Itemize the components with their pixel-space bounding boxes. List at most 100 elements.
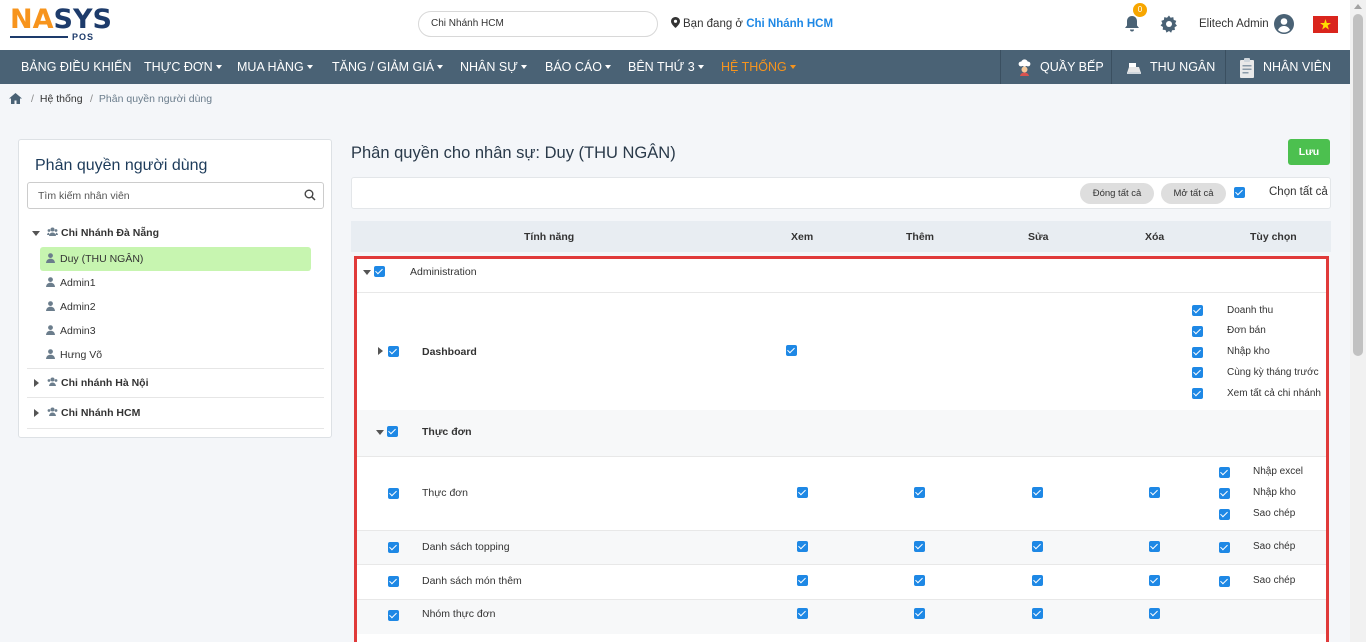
scroll-up-arrow-icon[interactable] — [1354, 4, 1362, 9]
caret-down-icon — [789, 65, 796, 69]
users-group-icon — [47, 407, 58, 416]
nav-purchase[interactable]: MUA HÀNG — [237, 50, 313, 84]
view-checkbox[interactable] — [797, 575, 808, 586]
breadcrumb: / Hệ thống / Phân quyền người dùng — [0, 84, 1350, 112]
option-checkbox[interactable] — [1219, 467, 1230, 478]
select-all-checkbox[interactable] — [1234, 187, 1245, 198]
user-icon — [46, 253, 55, 263]
scrollbar-thumb[interactable] — [1353, 14, 1363, 356]
save-button[interactable]: Lưu — [1288, 139, 1330, 165]
nav-cashier[interactable]: THU NGÂN — [1111, 50, 1225, 84]
employee-search-input[interactable]: Tìm kiếm nhân viên — [27, 182, 324, 209]
nav-dashboard[interactable]: BẢNG ĐIỀU KHIỂN — [21, 50, 131, 84]
tree-group-ha-noi[interactable]: Chi nhánh Hà Nội — [27, 371, 324, 395]
caret-down-icon[interactable] — [376, 430, 384, 435]
option-checkbox[interactable] — [1192, 388, 1203, 399]
view-checkbox[interactable] — [797, 541, 808, 552]
user-icon — [46, 277, 55, 287]
caret-down-icon[interactable] — [363, 270, 371, 275]
option-checkbox[interactable] — [1192, 367, 1203, 378]
nav-discount-label: TĂNG / GIẢM GIÁ — [332, 60, 435, 74]
page-scrollbar[interactable] — [1350, 0, 1366, 642]
edit-checkbox[interactable] — [1032, 487, 1043, 498]
group-label: Chi Nhánh Đà Nẵng — [61, 227, 160, 239]
tree-user-admin3[interactable]: Admin3 — [27, 319, 324, 343]
nav-system-label: HỆ THỐNG — [721, 60, 787, 74]
table-row: Thực đơn Nhập excel Nhập kho Sao chép — [357, 457, 1326, 530]
add-checkbox[interactable] — [914, 487, 925, 498]
menu-group-checkbox[interactable] — [387, 426, 398, 437]
search-icon[interactable] — [304, 189, 316, 201]
caret-down-icon — [604, 65, 611, 69]
delete-checkbox[interactable] — [1149, 541, 1160, 552]
row-checkbox[interactable] — [388, 488, 399, 499]
select-all-label: Chọn tất cả — [1269, 186, 1328, 198]
option-checkbox[interactable] — [1219, 488, 1230, 499]
row-checkbox[interactable] — [388, 610, 399, 621]
administration-checkbox[interactable] — [374, 266, 385, 277]
col-options: Tùy chọn — [1250, 231, 1297, 243]
users-group-icon — [47, 227, 58, 236]
row-checkbox[interactable] — [388, 542, 399, 553]
tree-group-da-nang[interactable]: Chi Nhánh Đà Nẵng — [27, 221, 324, 245]
user-label: Duy (THU NGÂN) — [60, 253, 144, 265]
edit-checkbox[interactable] — [1032, 541, 1043, 552]
nasys-logo[interactable]: NASYS POS — [10, 6, 122, 44]
permission-toolbar: Đóng tất cả Mở tất cả Chọn tất cả — [351, 177, 1331, 209]
tree-user-hung-vo[interactable]: Hưng Võ — [27, 343, 324, 367]
branch-select-input[interactable]: Chi Nhánh HCM — [418, 11, 658, 37]
nav-discount[interactable]: TĂNG / GIẢM GIÁ — [332, 50, 444, 84]
row-checkbox[interactable] — [388, 576, 399, 587]
dashboard-view-checkbox[interactable] — [786, 345, 797, 356]
option-checkbox[interactable] — [1219, 576, 1230, 587]
panel-title: Phân quyền người dùng — [35, 157, 208, 174]
tree-divider — [27, 368, 324, 369]
edit-checkbox[interactable] — [1032, 575, 1043, 586]
nav-menu[interactable]: THỰC ĐƠN — [144, 50, 222, 84]
user-name[interactable]: Elitech Admin — [1199, 18, 1269, 30]
delete-checkbox[interactable] — [1149, 608, 1160, 619]
delete-checkbox[interactable] — [1149, 487, 1160, 498]
breadcrumb-system[interactable]: / Hệ thống — [31, 93, 83, 105]
group-label: Chi nhánh Hà Nội — [61, 377, 149, 389]
caret-right-icon[interactable] — [378, 347, 383, 355]
add-checkbox[interactable] — [914, 608, 925, 619]
nav-reports[interactable]: BÁO CÁO — [545, 50, 611, 84]
vietnam-flag-icon[interactable] — [1313, 16, 1338, 33]
dashboard-checkbox[interactable] — [388, 346, 399, 357]
bell-icon[interactable] — [1122, 14, 1142, 34]
tree-user-duy[interactable]: Duy (THU NGÂN) — [27, 247, 324, 271]
nav-third-party[interactable]: BÊN THỨ 3 — [628, 50, 704, 84]
add-checkbox[interactable] — [914, 541, 925, 552]
user-label: Admin1 — [60, 277, 96, 289]
option-checkbox[interactable] — [1219, 542, 1230, 553]
tree-user-admin1[interactable]: Admin1 — [27, 271, 324, 295]
view-checkbox[interactable] — [797, 487, 808, 498]
nav-personnel[interactable]: NHÂN SỰ — [460, 50, 527, 84]
location-prefix: Bạn đang ở — [683, 18, 743, 30]
add-checkbox[interactable] — [914, 575, 925, 586]
nav-kitchen[interactable]: QUẦY BẾP — [1000, 50, 1111, 84]
option-label: Sao chép — [1253, 508, 1296, 519]
nav-system[interactable]: HỆ THỐNG — [721, 50, 796, 84]
home-icon[interactable] — [9, 93, 22, 104]
option-checkbox[interactable] — [1192, 305, 1203, 316]
view-checkbox[interactable] — [797, 608, 808, 619]
option-checkbox[interactable] — [1192, 347, 1203, 358]
group-label: Chi Nhánh HCM — [61, 407, 141, 419]
collapse-all-button[interactable]: Đóng tất cả — [1080, 183, 1154, 204]
tree-group-hcm[interactable]: Chi Nhánh HCM — [27, 401, 324, 425]
expand-all-button[interactable]: Mở tất cả — [1161, 183, 1226, 204]
tree-user-admin2[interactable]: Admin2 — [27, 295, 324, 319]
gear-icon[interactable] — [1159, 14, 1179, 34]
avatar-icon[interactable] — [1274, 14, 1294, 34]
delete-checkbox[interactable] — [1149, 575, 1160, 586]
nav-staff[interactable]: NHÂN VIÊN — [1225, 50, 1350, 84]
caret-down-icon[interactable] — [32, 231, 40, 236]
option-checkbox[interactable] — [1192, 326, 1203, 337]
col-feature: Tính năng — [524, 231, 575, 243]
caret-right-icon[interactable] — [34, 379, 39, 387]
caret-right-icon[interactable] — [34, 409, 39, 417]
edit-checkbox[interactable] — [1032, 608, 1043, 619]
option-checkbox[interactable] — [1219, 509, 1230, 520]
